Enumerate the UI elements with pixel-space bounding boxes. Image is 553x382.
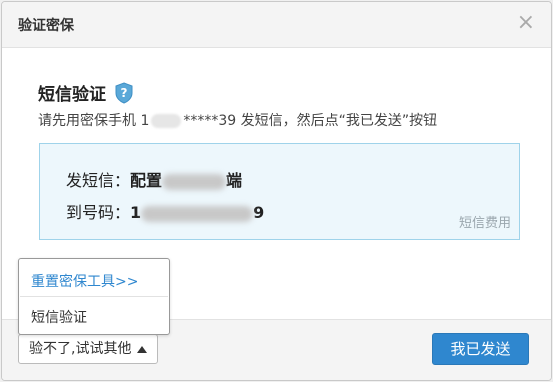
redacted-content [162,173,227,190]
sms-verify-heading: 短信验证 ? [38,80,134,105]
dialog-title: 验证密保 [18,18,74,34]
instruction-prefix: 请先用密保手机 1 [38,113,150,129]
sms-info-box: 发短信：配置 端 到号码：1 9 短信费用 [39,143,520,240]
send-value-end: 端 [226,171,243,190]
send-content-row: 发短信：配置 端 [66,167,242,191]
to-value-start: 1 [130,203,142,222]
to-value-end: 9 [253,203,265,222]
other-methods-dropdown: 重置密保工具>> 短信验证 [18,258,170,335]
try-other-label: 验不了,试试其他 [29,341,132,357]
sms-verify-option[interactable]: 短信验证 [31,307,87,327]
shield-question-icon[interactable]: ? [114,81,134,104]
dialog-title-bar: 验证密保 × [2,2,551,48]
sent-confirm-button[interactable]: 我已发送 [432,333,529,365]
dropdown-divider [20,296,168,297]
close-icon[interactable]: × [517,12,535,34]
send-label: 发短信： [66,171,131,190]
caret-up-icon [137,345,148,353]
instruction-suffix: *****39 发短信，然后点“我已发送”按钮 [183,113,438,129]
try-other-methods-button[interactable]: 验不了,试试其他 [18,334,159,364]
redacted-number [141,205,254,222]
to-label: 到号码： [66,203,131,222]
sms-fee-link[interactable]: 短信费用 [459,212,511,231]
sms-instruction: 请先用密保手机 1 *****39 发短信，然后点“我已发送”按钮 [38,110,437,130]
send-value-start: 配置 [130,171,163,190]
masked-phone-digits [151,114,182,128]
reset-security-tool-option[interactable]: 重置密保工具>> [31,271,138,291]
sms-heading-text: 短信验证 [38,85,106,105]
to-number-row: 到号码：1 9 [66,199,264,223]
svg-text:?: ? [121,86,128,100]
